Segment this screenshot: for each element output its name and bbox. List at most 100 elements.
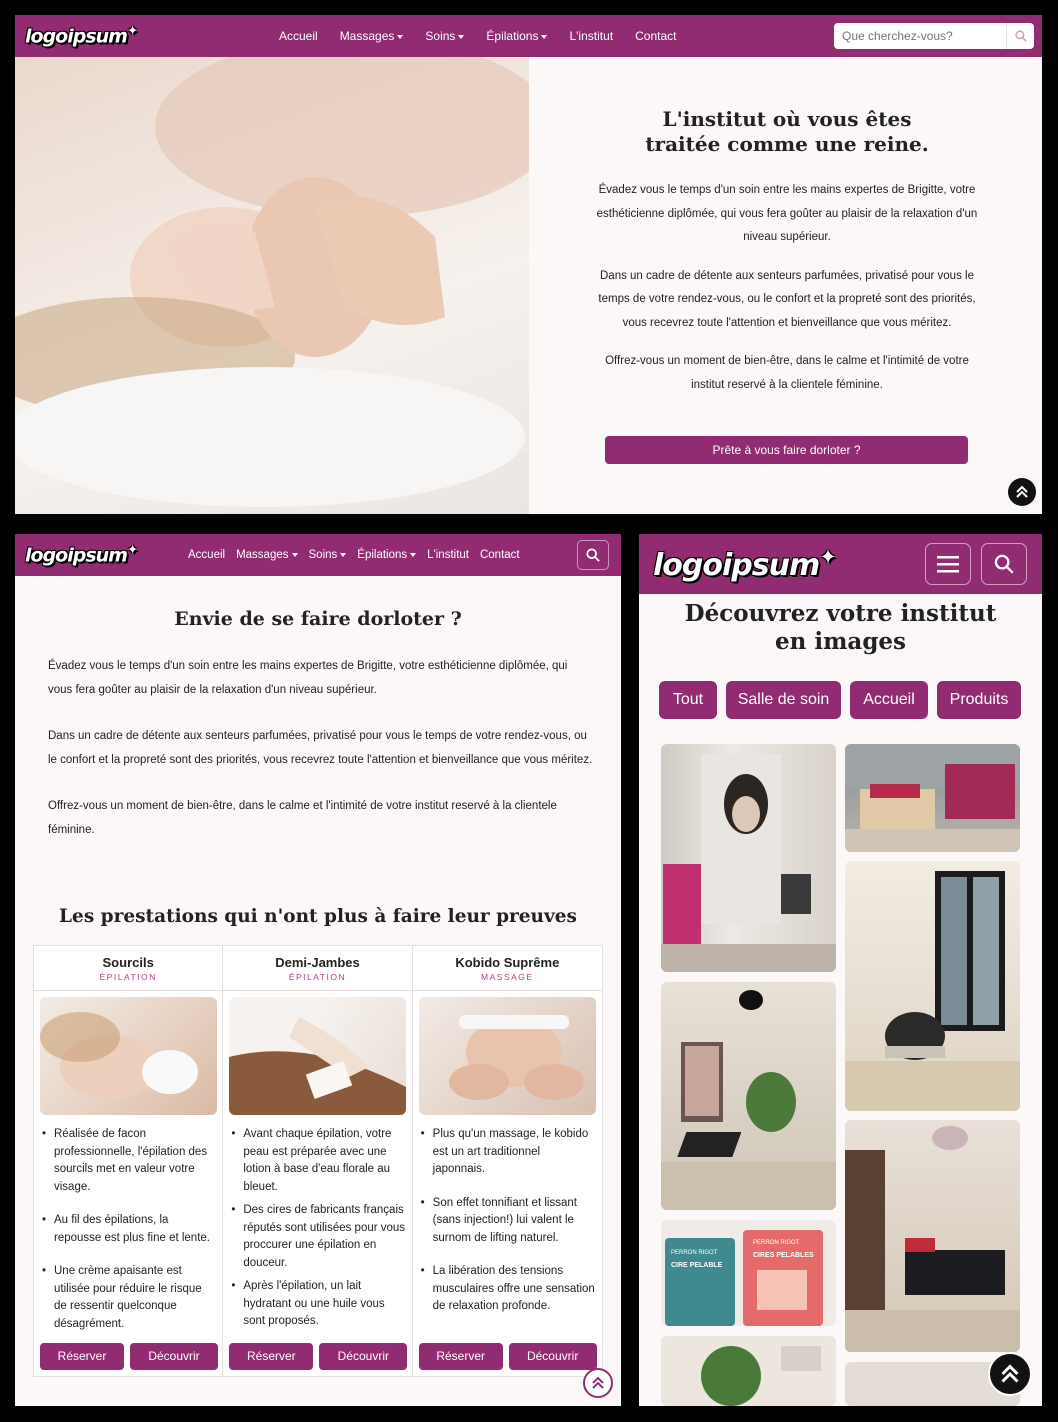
logo[interactable]: logoipsum✦ [653,545,837,583]
desktop-view: logoipsum✦ Accueil Massages Soins Épilat… [15,15,1042,514]
hamburger-icon [937,556,959,573]
service-image [418,997,596,1115]
hero-title: L'institut où vous êtes traitée comme un… [645,107,929,156]
gallery-image[interactable] [661,1336,836,1406]
search-button[interactable] [577,540,609,570]
services-grid: Sourcils ÉPILATION Réalisée de facon pro… [33,945,603,1377]
caret-down-icon [541,34,548,39]
service-card: Demi-Jambes ÉPILATION Avant chaque épila… [223,946,413,1376]
nav-accueil[interactable]: Accueil [279,29,318,43]
search-box [834,23,1034,49]
logo[interactable]: logoipsum✦ [25,543,183,566]
nav-massages[interactable]: Massages [340,29,404,43]
caret-down-icon [340,552,347,557]
caret-down-icon [458,34,465,39]
feature-item: Une crème apaisante est utilisée pour ré… [42,1263,217,1333]
mobile-view: logoipsum✦ Découvrez votre institut en i… [639,534,1042,1406]
gallery-image[interactable] [661,982,836,1210]
gallery-image[interactable] [845,1120,1020,1352]
feature-item: Réalisée de facon professionnelle, l'épi… [42,1126,217,1196]
nav-contact[interactable]: Contact [635,29,676,43]
nav-institut[interactable]: L'institut [569,29,613,43]
nav-institut[interactable]: L'institut [427,549,469,561]
intro-paragraph: Évadez vous le temps d'un soin entre les… [48,660,568,696]
navbar: logoipsum✦ Accueil Massages Soins Épilat… [15,534,621,576]
menu-toggle-button[interactable] [925,543,971,585]
intro-paragraph: Offrez-vous un moment de bien-être, dans… [48,800,557,836]
search-icon [586,548,600,562]
feature-item: Après l'épilation, un lait hydratant ou … [231,1278,406,1331]
nav-accueil[interactable]: Accueil [188,549,225,561]
search-icon [994,554,1014,574]
scroll-top-button[interactable] [988,1352,1032,1396]
service-name: Demi-Jambes [275,955,360,970]
nav-epilations[interactable]: Épilations [486,29,548,43]
hero-cta-button[interactable]: Prête à vous faire dorloter ? [605,436,968,464]
filter-produits[interactable]: Produits [937,681,1021,719]
feature-item: Son effet tonnifiant et lissant (sans in… [421,1195,596,1248]
hero-paragraph: Dans un cadre de détente aux senteurs pa… [598,269,976,329]
caret-down-icon [397,34,404,39]
feature-list: Réalisée de facon professionnelle, l'épi… [42,1126,217,1349]
nav-soins[interactable]: Soins [309,549,347,561]
product-brand: PERRON RIGOT [671,1250,718,1256]
card-header: Kobido Suprême MASSAGE [412,946,602,991]
discover-button[interactable]: Découvrir [130,1343,218,1370]
sparkle-icon: ✦ [126,24,138,40]
intro-paragraph: Dans un cadre de détente aux senteurs pa… [48,730,593,766]
filter-tout[interactable]: Tout [659,681,717,719]
services-title: Les prestations qui n'ont plus à faire l… [59,906,577,927]
discover-button[interactable]: Découvrir [508,1343,597,1370]
feature-list: Avant chaque épilation, votre peau est p… [231,1126,406,1347]
filter-salle-de-soin[interactable]: Salle de soin [726,681,841,719]
feature-item: Plus qu'un massage, le kobido est un art… [421,1126,596,1179]
navbar: logoipsum✦ [639,534,1042,594]
hero-paragraph: Évadez vous le temps d'un soin entre les… [596,184,978,243]
reserve-button[interactable]: Réserver [418,1343,503,1370]
nav-epilations[interactable]: Épilations [357,549,417,561]
feature-item: Des cires de fabricants français réputés… [231,1202,406,1272]
gallery-title: Découvrez votre institut en images [684,600,997,655]
nav-massages[interactable]: Massages [236,549,298,561]
service-category: ÉPILATION [288,972,347,982]
nav-soins[interactable]: Soins [425,29,465,43]
service-name: Sourcils [102,955,154,970]
scroll-top-button[interactable] [583,1368,613,1398]
filter-accueil[interactable]: Accueil [850,681,928,719]
card-header: Demi-Jambes ÉPILATION [223,946,412,991]
feature-item: Au fil des épilations, la repousse est p… [42,1212,217,1247]
feature-item: Avant chaque épilation, votre peau est p… [231,1126,406,1196]
service-name: Kobido Suprême [455,955,560,970]
product-brand: PERRON RIGOT [753,1240,800,1246]
search-button[interactable] [981,543,1027,585]
search-input[interactable] [834,24,1006,48]
gallery-filters: Tout Salle de soin Accueil Produits [659,681,1021,719]
service-card: Kobido Suprême MASSAGE Plus qu'un massag… [412,946,602,1376]
navbar: logoipsum✦ Accueil Massages Soins Épilat… [15,15,1042,57]
service-category: ÉPILATION [99,972,157,982]
service-image [40,997,217,1115]
hero-image [15,57,529,514]
service-category: MASSAGE [481,972,534,982]
reserve-button[interactable]: Réserver [229,1343,314,1370]
sparkle-icon: ✦ [126,543,138,559]
gallery-image[interactable] [845,744,1020,852]
intro-title: Envie de se faire dorloter ? [174,608,462,630]
scroll-top-button[interactable] [1008,478,1036,506]
discover-button[interactable]: Découvrir [319,1343,408,1370]
sparkle-icon: ✦ [819,545,837,569]
nav-contact[interactable]: Contact [480,549,520,561]
logo[interactable]: logoipsum✦ [25,24,265,47]
gallery-image[interactable]: PERRON RIGOT CIRE PELABLE PERRON RIGOT C… [661,1220,836,1326]
product-name: CIRE PELABLE [671,1262,723,1269]
service-card: Sourcils ÉPILATION Réalisée de facon pro… [34,946,224,1376]
tablet-view: logoipsum✦ Accueil Massages Soins Épilat… [15,534,621,1406]
double-chevron-up-icon [1016,485,1028,498]
gallery-image[interactable] [845,861,1020,1111]
gallery-image[interactable] [661,744,836,972]
nav-links: Accueil Massages Soins Épilations L'inst… [279,29,676,43]
caret-down-icon [410,552,417,557]
search-button[interactable] [1006,23,1034,49]
search-icon [1014,30,1027,42]
reserve-button[interactable]: Réserver [40,1343,124,1370]
